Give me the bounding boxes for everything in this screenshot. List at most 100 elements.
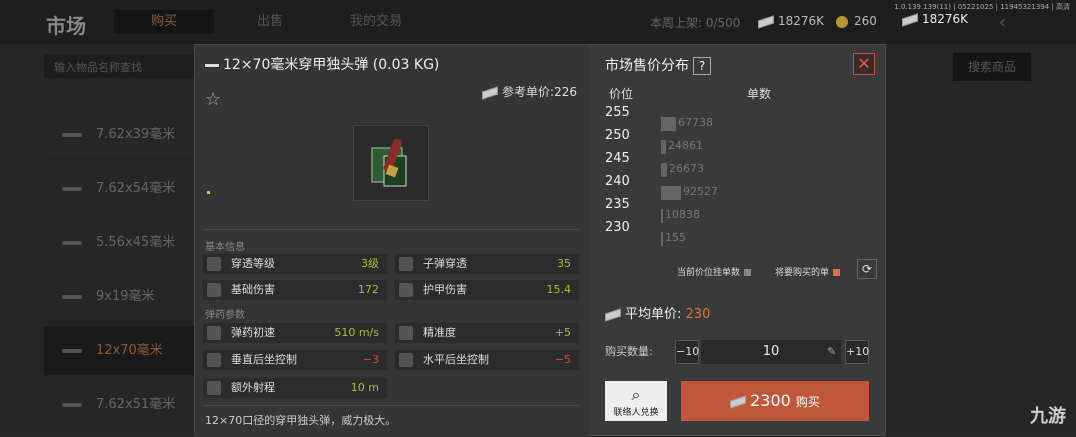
coin-display: 260 <box>836 14 877 28</box>
refresh-button[interactable]: ⟳ <box>857 259 877 279</box>
item-detail-panel: 12×70毫米穿甲独头弹 (0.03 KG) ☆ 参考单价:226 基本信息 穿… <box>195 45 589 437</box>
close-button[interactable]: ✕ <box>853 53 875 75</box>
count-column-header: 单数 <box>747 87 772 101</box>
legend-buying: 将要购买的单 <box>775 265 841 278</box>
price-level: 245 <box>605 151 630 166</box>
tab-sell[interactable]: 出售 <box>220 10 320 34</box>
basic-info-title: 基本信息 <box>205 242 245 253</box>
plus-10-button[interactable]: +10 <box>845 340 869 364</box>
order-count: 10838 <box>665 208 700 221</box>
bullet-icon <box>62 241 82 245</box>
stat-row: 基础伤害 172 <box>203 280 387 300</box>
category-item[interactable]: 7.62x39毫米 <box>44 110 194 160</box>
stat-row: 穿透等级 3级 <box>203 254 387 274</box>
tab-my-trades[interactable]: 我的交易 <box>326 10 426 34</box>
price-level: 255 <box>605 105 630 120</box>
crosshair-icon <box>399 326 413 340</box>
market-panel: 市场售价分布? ✕ 价位 单数 255 67738 250 24861 245 26673… <box>589 45 887 437</box>
minus-10-button[interactable]: −10 <box>675 340 699 364</box>
indicator-dot <box>207 191 210 194</box>
cash-icon <box>730 394 747 409</box>
buy-button[interactable]: 2300 购买 <box>681 381 869 421</box>
bullet-icon <box>62 133 82 137</box>
order-count: 92527 <box>683 185 718 198</box>
cash-icon <box>901 12 918 27</box>
category-item[interactable]: 7.62x51毫米 <box>44 380 194 430</box>
item-image <box>353 125 429 201</box>
price-level: 240 <box>605 174 630 189</box>
armor-icon <box>399 283 413 297</box>
stat-row: 精准度 +5 <box>395 323 579 343</box>
bullet-icon <box>62 403 82 407</box>
stat-row: 垂直后坐控制 −3 <box>203 350 387 370</box>
quantity-label: 购买数量: <box>605 345 653 358</box>
listing-stat: 本周上架: 0/500 <box>650 16 741 30</box>
cash-icon <box>605 307 621 322</box>
horizontal-recoil-icon <box>399 353 413 367</box>
order-count: 67738 <box>678 116 713 129</box>
range-icon <box>207 381 221 395</box>
item-dialog: 12×70毫米穿甲独头弹 (0.03 KG) ☆ 参考单价:226 基本信息 穿… <box>194 44 887 437</box>
category-item[interactable]: 9x19毫米 <box>44 272 194 322</box>
velocity-icon <box>207 326 221 340</box>
search-icon: ⌕ <box>631 385 641 404</box>
search-input[interactable]: 输入物品名称查找 <box>44 54 194 78</box>
average-price: 平均单价: 230 <box>605 303 710 322</box>
quantity-input[interactable]: 10 <box>701 340 841 364</box>
category-item-selected[interactable]: 12x70毫米 <box>44 326 194 376</box>
top-bar: 市场 购买 出售 我的交易 1.0.139.139(11) | 05221025… <box>0 0 1076 44</box>
watermark-logo: 九游 <box>1030 406 1066 427</box>
count-bar <box>661 117 676 131</box>
cash-icon <box>758 14 774 29</box>
contact-exchange-button[interactable]: ⌕ 联络人兑换 <box>605 381 667 421</box>
bullet-icon <box>62 187 82 191</box>
edit-icon[interactable]: ✎ <box>827 345 836 358</box>
divider <box>203 405 579 406</box>
money-display: 18276K <box>758 14 824 29</box>
page-title: 市场 <box>46 14 86 38</box>
stat-row: 弹药初速 510 m/s <box>203 323 387 343</box>
bullet-icon <box>205 63 219 67</box>
count-bar <box>661 209 663 223</box>
category-item[interactable]: 7.62x54毫米 <box>44 164 194 214</box>
penetration-icon <box>207 257 221 271</box>
help-icon[interactable]: ? <box>693 57 711 75</box>
price-level: 230 <box>605 220 630 235</box>
category-item[interactable]: 5.56x45毫米 <box>44 218 194 268</box>
legend-current: 当前价位挂单数 <box>677 265 752 278</box>
stat-row: 子弹穿透 35 <box>395 254 579 274</box>
tab-buy[interactable]: 购买 <box>114 10 214 34</box>
count-bar <box>661 232 663 246</box>
order-count: 155 <box>665 231 686 244</box>
count-bar <box>661 163 667 177</box>
cash-icon <box>482 85 499 100</box>
vertical-recoil-icon <box>207 353 221 367</box>
count-bar <box>661 186 681 200</box>
price-level: 235 <box>605 197 630 212</box>
stat-row: 护甲伤害 15.4 <box>395 280 579 300</box>
divider <box>203 229 579 230</box>
order-count: 24861 <box>668 139 703 152</box>
reference-price: 参考单价:226 <box>482 83 577 100</box>
coin-icon <box>836 15 848 28</box>
stat-row: 额外射程 10 m <box>203 378 387 398</box>
count-bar <box>661 140 666 154</box>
back-arrow-icon[interactable]: ‹ <box>999 12 1006 33</box>
market-title: 市场售价分布? <box>605 55 711 75</box>
heart-icon <box>207 283 221 297</box>
version-text: 1.0.139.139(11) | 05221025 | 11945321394… <box>894 3 1070 11</box>
bullet-icon <box>62 349 82 353</box>
ammo-params-title: 弹药参数 <box>205 310 245 321</box>
bullet-icon <box>62 295 82 299</box>
favorite-star-icon[interactable]: ☆ <box>205 89 221 110</box>
item-description: 12×70口径的穿甲独头弹，威力极大。 <box>205 414 397 427</box>
search-button[interactable]: 搜索商品 <box>953 53 1031 81</box>
money-display-2: 18276K <box>901 12 968 27</box>
order-count: 26673 <box>669 162 704 175</box>
stat-row: 水平后坐控制 −5 <box>395 350 579 370</box>
bullet-pen-icon <box>399 257 413 271</box>
price-column-header: 价位 <box>609 87 634 101</box>
ammo-box-icon <box>371 138 407 187</box>
price-level: 250 <box>605 128 630 143</box>
item-name: 12×70毫米穿甲独头弹 (0.03 KG) <box>205 54 439 74</box>
